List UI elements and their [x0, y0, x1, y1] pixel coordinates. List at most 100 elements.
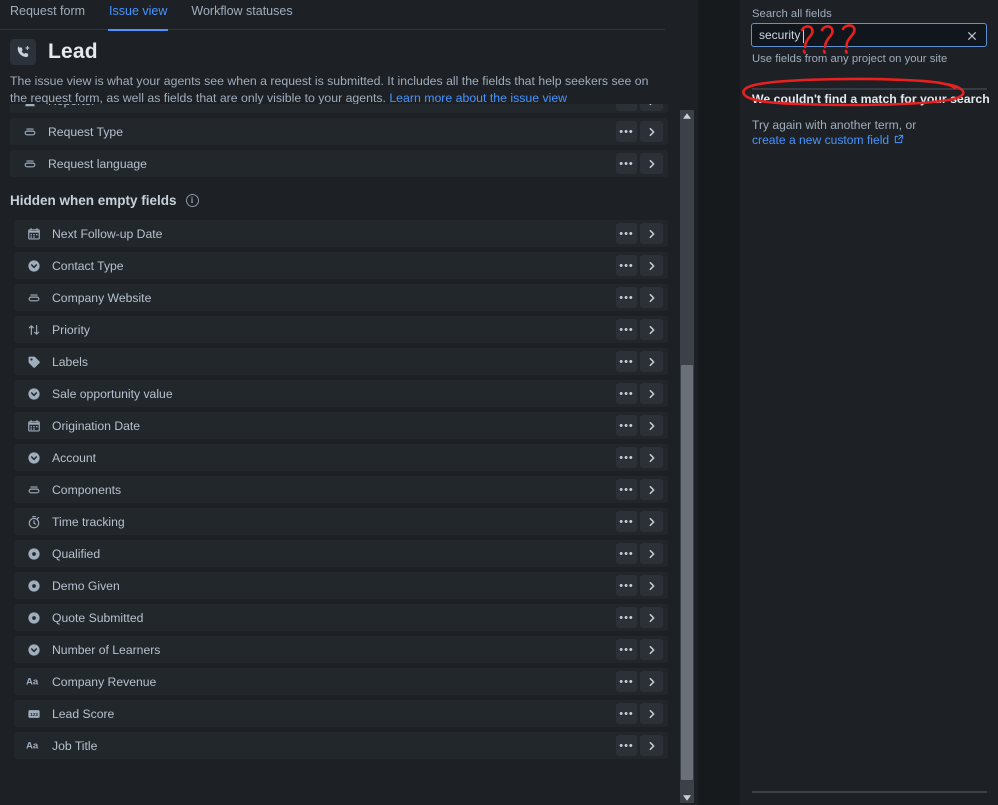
list-item-label: Job Title	[52, 738, 98, 753]
chevron-right-icon[interactable]	[640, 287, 663, 308]
list-item[interactable]: Request language •••	[10, 150, 668, 177]
list-item[interactable]: Priority •••	[14, 316, 668, 343]
chevron-right-icon[interactable]	[640, 639, 663, 660]
more-actions-icon[interactable]: •••	[616, 351, 637, 372]
row-actions: •••	[616, 607, 663, 628]
tab-request-form[interactable]: Request form	[9, 0, 86, 31]
list-item[interactable]: Qualified •••	[14, 540, 668, 567]
chevron-right-icon[interactable]	[640, 735, 663, 756]
more-actions-icon[interactable]: •••	[616, 415, 637, 436]
list-item[interactable]: 123 Lead Score •••	[14, 700, 668, 727]
chevron-right-icon[interactable]	[640, 153, 663, 174]
section-heading-label: Hidden when empty fields	[10, 193, 177, 208]
stopwatch-icon	[26, 514, 42, 530]
chevron-right-icon[interactable]	[640, 351, 663, 372]
close-icon[interactable]	[963, 27, 981, 44]
search-input[interactable]: security	[751, 23, 987, 47]
more-actions-icon[interactable]: •••	[616, 735, 637, 756]
search-hint: Use fields from any project on your site	[752, 53, 948, 65]
more-actions-icon[interactable]: •••	[616, 223, 637, 244]
more-actions-icon[interactable]: •••	[616, 287, 637, 308]
tab-workflow-statuses[interactable]: Workflow statuses	[190, 0, 293, 31]
chevron-right-icon[interactable]	[640, 575, 663, 596]
row-actions: •••	[616, 121, 663, 142]
main-column: Request form Issue view Workflow statuse…	[0, 0, 698, 805]
more-actions-icon[interactable]: •••	[616, 447, 637, 468]
row-actions: •••	[616, 223, 663, 244]
list-item[interactable]: Aa Job Title •••	[14, 732, 668, 759]
section-heading: Hidden when empty fields i	[10, 193, 678, 208]
chevron-right-icon[interactable]	[640, 121, 663, 142]
chevron-right-icon[interactable]	[640, 703, 663, 724]
tag-icon	[26, 354, 42, 370]
more-actions-icon[interactable]: •••	[616, 104, 637, 111]
list-item[interactable]: Labels •••	[14, 348, 668, 375]
list-item[interactable]: Contact Type •••	[14, 252, 668, 279]
list-item-label: Company Website	[52, 290, 152, 305]
row-actions: •••	[616, 104, 663, 111]
row-actions: •••	[616, 735, 663, 756]
more-actions-icon[interactable]: •••	[616, 255, 637, 276]
more-actions-icon[interactable]: •••	[616, 639, 637, 660]
chevron-right-icon[interactable]	[640, 543, 663, 564]
chevron-right-icon[interactable]	[640, 607, 663, 628]
list-item-label: Reporter	[48, 104, 95, 108]
create-custom-field-link[interactable]: create a new custom field	[752, 133, 904, 147]
tab-issue-view[interactable]: Issue view	[108, 0, 169, 31]
chevron-right-icon[interactable]	[640, 383, 663, 404]
select-icon	[26, 450, 42, 466]
vertical-scrollbar[interactable]	[680, 110, 694, 803]
more-actions-icon[interactable]: •••	[616, 607, 637, 628]
list-item-label: Lead Score	[52, 706, 115, 721]
chevron-down-icon[interactable]	[680, 792, 694, 803]
more-actions-icon[interactable]: •••	[616, 671, 637, 692]
divider	[752, 88, 987, 90]
more-actions-icon[interactable]: •••	[616, 479, 637, 500]
chevron-right-icon[interactable]	[640, 671, 663, 692]
list-item[interactable]: Company Website •••	[14, 284, 668, 311]
chevron-right-icon[interactable]	[640, 447, 663, 468]
no-results-message: We couldn't find a match for your search	[752, 92, 990, 106]
more-actions-icon[interactable]: •••	[616, 703, 637, 724]
scrollbar-thumb[interactable]	[681, 365, 693, 780]
chevron-up-icon[interactable]	[680, 110, 694, 121]
info-icon[interactable]: i	[185, 194, 199, 207]
chevron-right-icon[interactable]	[640, 511, 663, 532]
more-actions-icon[interactable]: •••	[616, 153, 637, 174]
more-actions-icon[interactable]: •••	[616, 511, 637, 532]
more-actions-icon[interactable]: •••	[616, 543, 637, 564]
external-link-icon	[894, 133, 904, 147]
list-item[interactable]: Sale opportunity value •••	[14, 380, 668, 407]
chevron-right-icon[interactable]	[640, 319, 663, 340]
list-item[interactable]: Origination Date •••	[14, 412, 668, 439]
list-item[interactable]: Account •••	[14, 444, 668, 471]
more-actions-icon[interactable]: •••	[616, 383, 637, 404]
list-item[interactable]: Quote Submitted •••	[14, 604, 668, 631]
chevron-right-icon[interactable]	[640, 255, 663, 276]
list-item[interactable]: Time tracking •••	[14, 508, 668, 535]
more-actions-icon[interactable]: •••	[616, 319, 637, 340]
field-list-viewport: Reporter ••• Request Type	[0, 104, 678, 805]
list-item-label: Components	[52, 482, 122, 497]
chevron-right-icon[interactable]	[640, 479, 663, 500]
list-item-label: Company Revenue	[52, 674, 157, 689]
chevron-right-icon[interactable]	[640, 104, 663, 111]
more-actions-icon[interactable]: •••	[616, 121, 637, 142]
more-actions-icon[interactable]: •••	[616, 575, 637, 596]
list-item[interactable]: Next Follow-up Date •••	[14, 220, 668, 247]
calendar-icon	[26, 418, 42, 434]
learn-more-link[interactable]: Learn more about the issue view	[389, 91, 567, 105]
chevron-right-icon[interactable]	[640, 223, 663, 244]
list-item[interactable]: Aa Company Revenue •••	[14, 668, 668, 695]
list-item[interactable]: Demo Given •••	[14, 572, 668, 599]
list-item-clipped[interactable]: Reporter •••	[10, 104, 668, 113]
row-actions: •••	[616, 639, 663, 660]
list-item[interactable]: Number of Learners •••	[14, 636, 668, 663]
row-actions: •••	[616, 511, 663, 532]
page-title: Lead	[48, 40, 98, 63]
chevron-right-icon[interactable]	[640, 415, 663, 436]
list-item[interactable]: Components •••	[14, 476, 668, 503]
list-item[interactable]: Request Type •••	[10, 118, 668, 145]
row-actions: •••	[616, 255, 663, 276]
row-actions: •••	[616, 415, 663, 436]
